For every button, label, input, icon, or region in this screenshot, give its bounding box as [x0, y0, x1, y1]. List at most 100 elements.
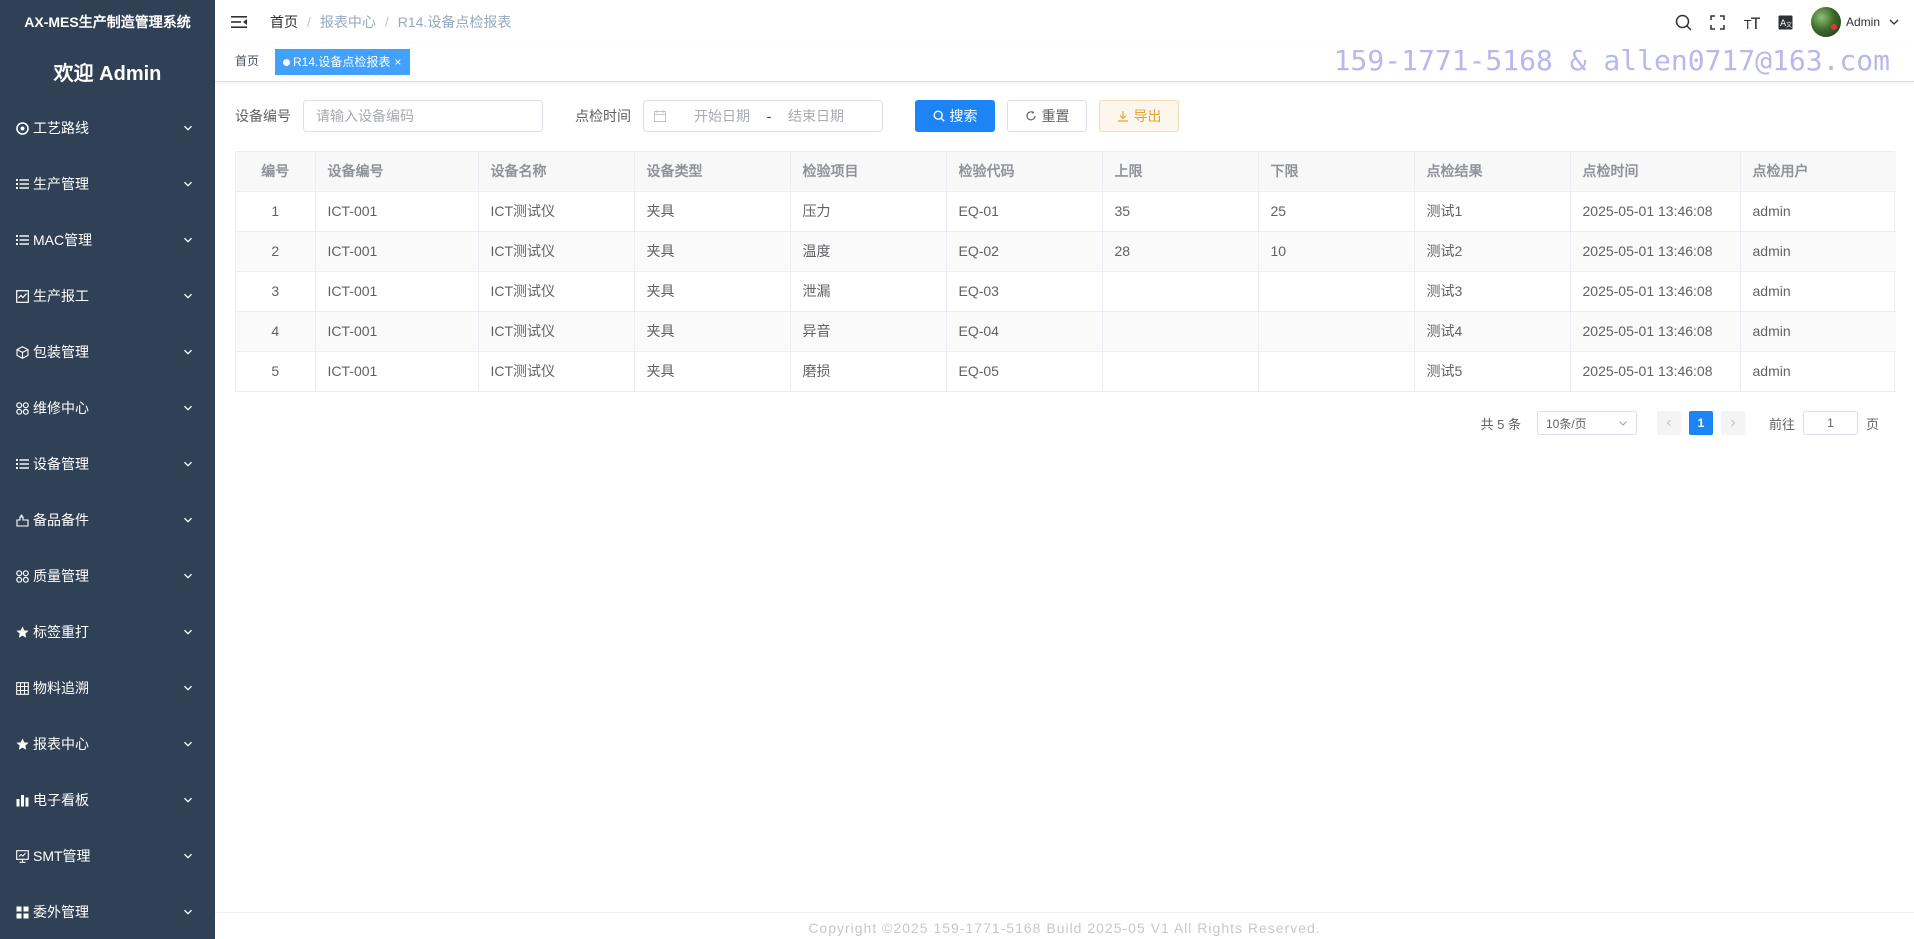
chevron-down-icon	[184, 853, 192, 859]
search-button[interactable]: 搜索	[915, 100, 995, 132]
sidebar-item-3[interactable]: 生产报工	[0, 268, 215, 324]
breadcrumb-current: R14.设备点检报表	[397, 14, 512, 30]
table-row[interactable]: 4 ICT-001 ICT测试仪 夹具 异音 EQ-04 测试4 2025-05-01 13:…	[236, 311, 1896, 352]
table-cell: 测试5	[1414, 351, 1571, 392]
sidebar-item-12[interactable]: 电子看板	[0, 772, 215, 828]
table-cell: EQ-05	[946, 351, 1103, 392]
calendar-icon	[654, 110, 666, 122]
export-button[interactable]: 导出	[1099, 100, 1179, 132]
start-date-input[interactable]: 开始日期	[682, 101, 762, 131]
sidebar-item-label: 委外管理	[33, 904, 89, 920]
page-size-select[interactable]: 10条/页	[1536, 411, 1637, 435]
chevron-down-icon	[184, 237, 192, 243]
table-cell: 4	[236, 311, 316, 352]
pagination-total: 共 5 条	[1480, 416, 1521, 432]
table-cell: 28	[1102, 231, 1259, 272]
goto-page-input[interactable]: 1	[1802, 411, 1858, 435]
sidebar-item-6[interactable]: 设备管理	[0, 436, 215, 492]
sidebar-item-label: 标签重打	[33, 624, 89, 640]
table-row[interactable]: 5 ICT-001 ICT测试仪 夹具 磨损 EQ-05 测试5 2025-05-01 13:…	[236, 351, 1896, 392]
breadcrumb: 首页 / 报表中心 / R14.设备点检报表	[270, 12, 512, 32]
device-code-input[interactable]	[304, 101, 542, 131]
table-cell: admin	[1740, 311, 1896, 352]
table-cell: ICT-001	[315, 271, 479, 312]
font-size-icon[interactable]: TT	[1743, 13, 1761, 31]
table-cell: 泄漏	[790, 271, 947, 312]
sidebar-item-7[interactable]: 备品备件	[0, 492, 215, 548]
table-cell: EQ-03	[946, 271, 1103, 312]
table-cell: ICT-001	[315, 231, 479, 272]
chevron-down-icon	[184, 629, 192, 635]
sidebar-item-9[interactable]: 标签重打	[0, 604, 215, 660]
goto-label: 前往	[1768, 416, 1795, 432]
chevron-down-icon	[184, 517, 192, 523]
table-header-cell: 点检用户	[1740, 152, 1896, 192]
page-number-current[interactable]: 1	[1688, 411, 1713, 435]
sidebar-item-4[interactable]: 包装管理	[0, 324, 215, 380]
sidebar-item-11[interactable]: 报表中心	[0, 716, 215, 772]
search-icon[interactable]	[1675, 13, 1693, 31]
sidebar-item-5[interactable]: 维修中心	[0, 380, 215, 436]
sidebar-item-0[interactable]: 工艺路线	[0, 100, 215, 156]
table-row[interactable]: 1 ICT-001 ICT测试仪 夹具 压力 EQ-01 35 25 测试1 2025-05-01…	[236, 191, 1896, 232]
sidebar-item-13[interactable]: SMT管理	[0, 828, 215, 884]
date-range-picker[interactable]: 开始日期 - 结束日期	[643, 100, 883, 132]
sidebar-item-14[interactable]: 委外管理	[0, 884, 215, 939]
chevron-down-icon[interactable]	[1888, 16, 1900, 28]
fullscreen-icon[interactable]	[1709, 13, 1727, 31]
star-icon	[15, 625, 29, 639]
sidebar-item-label: SMT管理	[33, 848, 91, 864]
end-date-input[interactable]: 结束日期	[776, 101, 856, 131]
table-cell: 夹具	[634, 191, 791, 232]
table-cell: 压力	[790, 191, 947, 232]
table-cell: ICT-001	[315, 351, 479, 392]
table-cell: 测试1	[1414, 191, 1571, 232]
footer-copyright: Copyright ©2025 159-1771-5168 Build 2025…	[215, 912, 1914, 939]
tag-active[interactable]: R14.设备点检报表 ×	[275, 49, 411, 75]
apps-icon	[15, 905, 29, 919]
breadcrumb-report-center[interactable]: 报表中心	[320, 12, 376, 32]
table-cell	[1102, 271, 1259, 312]
star-icon	[15, 737, 29, 751]
page-jumper: 前往 1 页	[1769, 411, 1879, 435]
table-cell: EQ-02	[946, 231, 1103, 272]
grid-icon	[15, 401, 29, 415]
table-cell: 10	[1258, 231, 1415, 272]
device-code-field[interactable]	[303, 100, 543, 132]
avatar[interactable]	[1810, 7, 1841, 37]
table-header-cell: 设备名称	[478, 152, 635, 192]
chevron-down-icon	[184, 797, 192, 803]
chevron-down-icon	[1619, 421, 1627, 426]
grid-icon	[15, 569, 29, 583]
sidebar-item-2[interactable]: MAC管理	[0, 212, 215, 268]
table-cell: admin	[1740, 351, 1896, 392]
tag-home[interactable]: 首页	[227, 49, 268, 75]
breadcrumb-home[interactable]: 首页	[270, 12, 298, 32]
hamburger-icon[interactable]	[230, 12, 250, 32]
sidebar-item-8[interactable]: 质量管理	[0, 548, 215, 604]
table-header-cell: 设备类型	[634, 152, 791, 192]
close-icon[interactable]: ×	[394, 50, 401, 74]
user-name[interactable]: Admin	[1846, 15, 1880, 29]
table-cell: 2025-05-01 13:46:08	[1570, 311, 1741, 352]
search-icon	[932, 110, 945, 122]
svg-text:文: 文	[1786, 21, 1792, 29]
chevron-down-icon	[184, 349, 192, 355]
next-page-button[interactable]	[1720, 411, 1745, 435]
reset-button[interactable]: 重置	[1007, 100, 1087, 132]
table-row[interactable]: 3 ICT-001 ICT测试仪 夹具 泄漏 EQ-03 测试3 2025-05-01 13:…	[236, 271, 1896, 312]
table-cell: ICT测试仪	[478, 231, 635, 272]
translate-icon[interactable]: A文	[1777, 13, 1795, 31]
prev-page-button[interactable]	[1656, 411, 1681, 435]
sidebar-item-10[interactable]: 物料追溯	[0, 660, 215, 716]
chevron-right-icon	[1731, 419, 1736, 427]
app-title: AX-MES生产制造管理系统	[24, 14, 191, 30]
sidebar-item-label: MAC管理	[33, 232, 93, 248]
table-cell: 磨损	[790, 351, 947, 392]
sidebar-menu: 工艺路线生产管理 MAC管理生产报工 包装管理 维修中心 设备管理 备品备件 质量管理标签重…	[0, 100, 215, 939]
table-cell: ICT测试仪	[478, 271, 635, 312]
sidebar-item-1[interactable]: 生产管理	[0, 156, 215, 212]
table-row[interactable]: 2 ICT-001 ICT测试仪 夹具 温度 EQ-02 28 10 测试2 2025-05-01…	[236, 231, 1896, 272]
sidebar-item-label: 电子看板	[33, 792, 89, 808]
sidebar-item-label: 工艺路线	[33, 120, 89, 136]
